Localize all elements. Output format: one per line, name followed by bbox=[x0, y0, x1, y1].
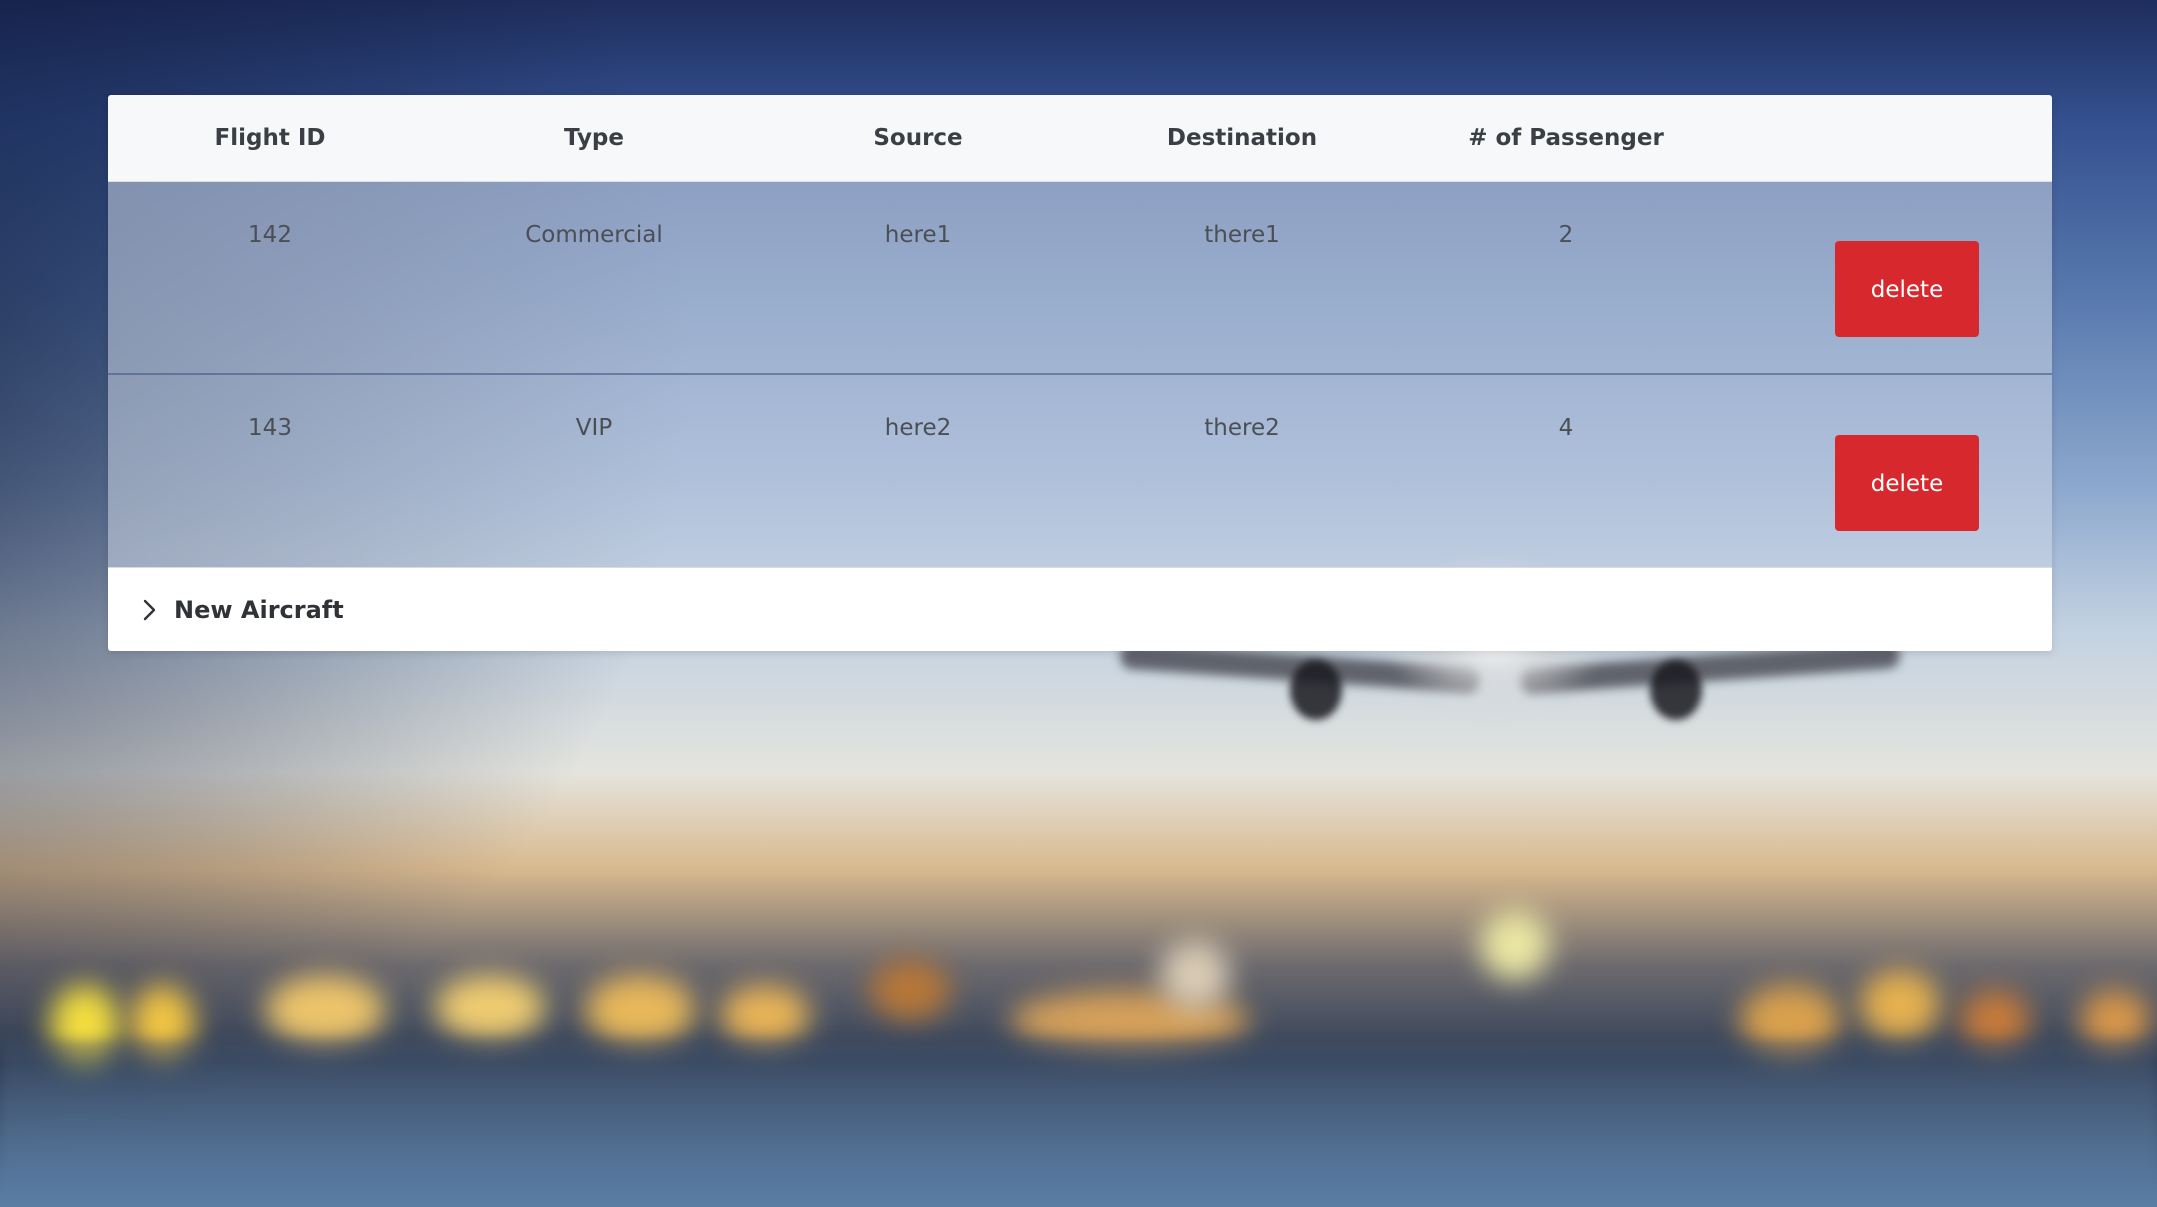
cell-destination: there2 bbox=[1204, 415, 1280, 441]
cell-type: Commercial bbox=[525, 221, 663, 248]
cell-source: here1 bbox=[884, 221, 952, 248]
delete-button[interactable]: delete bbox=[1835, 240, 1979, 337]
cell-actions: delete bbox=[1728, 374, 2052, 567]
table-row: 142 Commercial here1 there1 2 delete bbox=[108, 181, 2052, 374]
cell-passengers: 2 bbox=[1558, 221, 1574, 248]
table-row: 143 VIP here2 there2 4 delete bbox=[108, 374, 2052, 567]
cell-source: here2 bbox=[884, 415, 952, 441]
header-source: Source bbox=[756, 95, 1080, 182]
header-destination: Destination bbox=[1080, 95, 1404, 182]
delete-button[interactable]: delete bbox=[1835, 434, 1979, 531]
header-type: Type bbox=[432, 95, 756, 182]
cell-type: VIP bbox=[575, 415, 613, 441]
new-aircraft-label: New Aircraft bbox=[174, 595, 344, 624]
flights-table: Flight ID Type Source Destination # of P… bbox=[108, 95, 2052, 567]
chevron-right-icon bbox=[138, 599, 160, 621]
header-actions bbox=[1728, 95, 2052, 182]
new-aircraft-toggle[interactable]: New Aircraft bbox=[108, 567, 2052, 651]
header-passengers: # of Passenger bbox=[1404, 95, 1728, 182]
flights-panel: Flight ID Type Source Destination # of P… bbox=[108, 95, 2052, 651]
cell-flight-id: 143 bbox=[248, 415, 292, 441]
header-flight-id: Flight ID bbox=[108, 95, 432, 182]
cell-flight-id: 142 bbox=[248, 221, 292, 248]
cell-passengers: 4 bbox=[1558, 415, 1574, 441]
cell-actions: delete bbox=[1728, 181, 2052, 374]
cell-destination: there1 bbox=[1204, 221, 1280, 248]
table-header-row: Flight ID Type Source Destination # of P… bbox=[108, 95, 2052, 182]
